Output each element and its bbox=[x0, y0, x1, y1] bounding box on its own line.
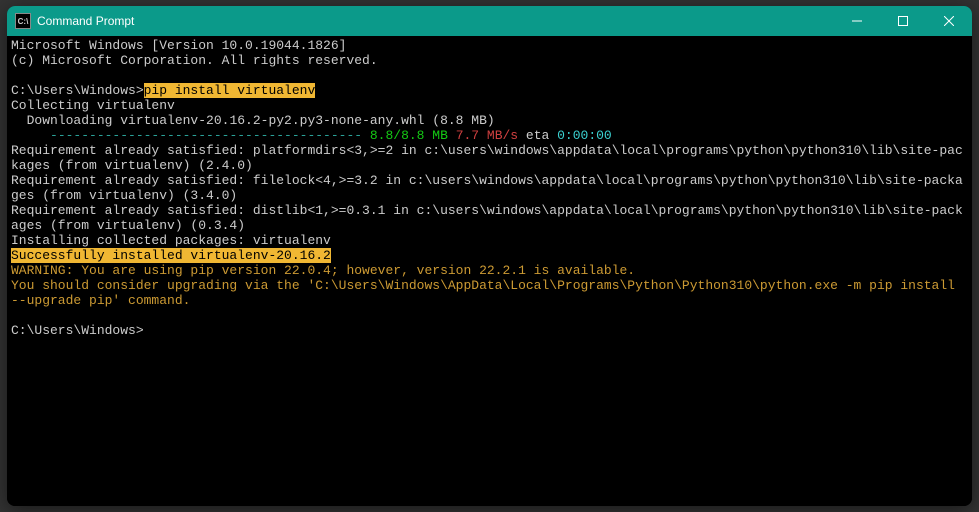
minimize-icon bbox=[852, 16, 862, 26]
prompt-text: C:\Users\Windows> bbox=[11, 323, 144, 338]
output-line: Successfully installed virtualenv-20.16.… bbox=[11, 248, 968, 263]
output-line: Installing collected packages: virtualen… bbox=[11, 233, 968, 248]
output-blank bbox=[11, 308, 968, 323]
minimize-button[interactable] bbox=[834, 6, 880, 36]
window-title: Command Prompt bbox=[37, 14, 134, 28]
output-line: C:\Users\Windows>pip install virtualenv bbox=[11, 83, 968, 98]
prompt-line: C:\Users\Windows> bbox=[11, 323, 968, 338]
progress-speed: 7.7 MB/s bbox=[448, 128, 518, 143]
progress-eta: 0:00:00 bbox=[557, 128, 612, 143]
output-line: (c) Microsoft Corporation. All rights re… bbox=[11, 53, 968, 68]
progress-eta-label: eta bbox=[518, 128, 557, 143]
close-button[interactable] bbox=[926, 6, 972, 36]
maximize-icon bbox=[898, 16, 908, 26]
output-blank bbox=[11, 68, 968, 83]
maximize-button[interactable] bbox=[880, 6, 926, 36]
command-prompt-window: C:\ Command Prompt Microsoft Windows [Ve… bbox=[7, 6, 972, 506]
warning-line: WARNING: You are using pip version 22.0.… bbox=[11, 263, 968, 278]
terminal-output[interactable]: Microsoft Windows [Version 10.0.19044.18… bbox=[7, 36, 972, 506]
highlighted-command: pip install virtualenv bbox=[144, 83, 316, 98]
output-line: Requirement already satisfied: distlib<1… bbox=[11, 203, 968, 233]
progress-line: ----------------------------------------… bbox=[11, 128, 968, 143]
titlebar[interactable]: C:\ Command Prompt bbox=[7, 6, 972, 36]
progress-bar: ---------------------------------------- bbox=[50, 128, 370, 143]
highlighted-success: Successfully installed virtualenv-20.16.… bbox=[11, 248, 331, 263]
close-icon bbox=[944, 16, 954, 26]
warning-line: You should consider upgrading via the 'C… bbox=[11, 278, 968, 308]
cmd-icon: C:\ bbox=[15, 13, 31, 29]
output-line: Microsoft Windows [Version 10.0.19044.18… bbox=[11, 38, 968, 53]
output-line: Requirement already satisfied: filelock<… bbox=[11, 173, 968, 203]
output-line: Collecting virtualenv bbox=[11, 98, 968, 113]
output-line: Downloading virtualenv-20.16.2-py2.py3-n… bbox=[11, 113, 968, 128]
progress-size: 8.8/8.8 MB bbox=[370, 128, 448, 143]
progress-pad bbox=[11, 128, 50, 143]
output-line: Requirement already satisfied: platformd… bbox=[11, 143, 968, 173]
prompt-text: C:\Users\Windows> bbox=[11, 83, 144, 98]
